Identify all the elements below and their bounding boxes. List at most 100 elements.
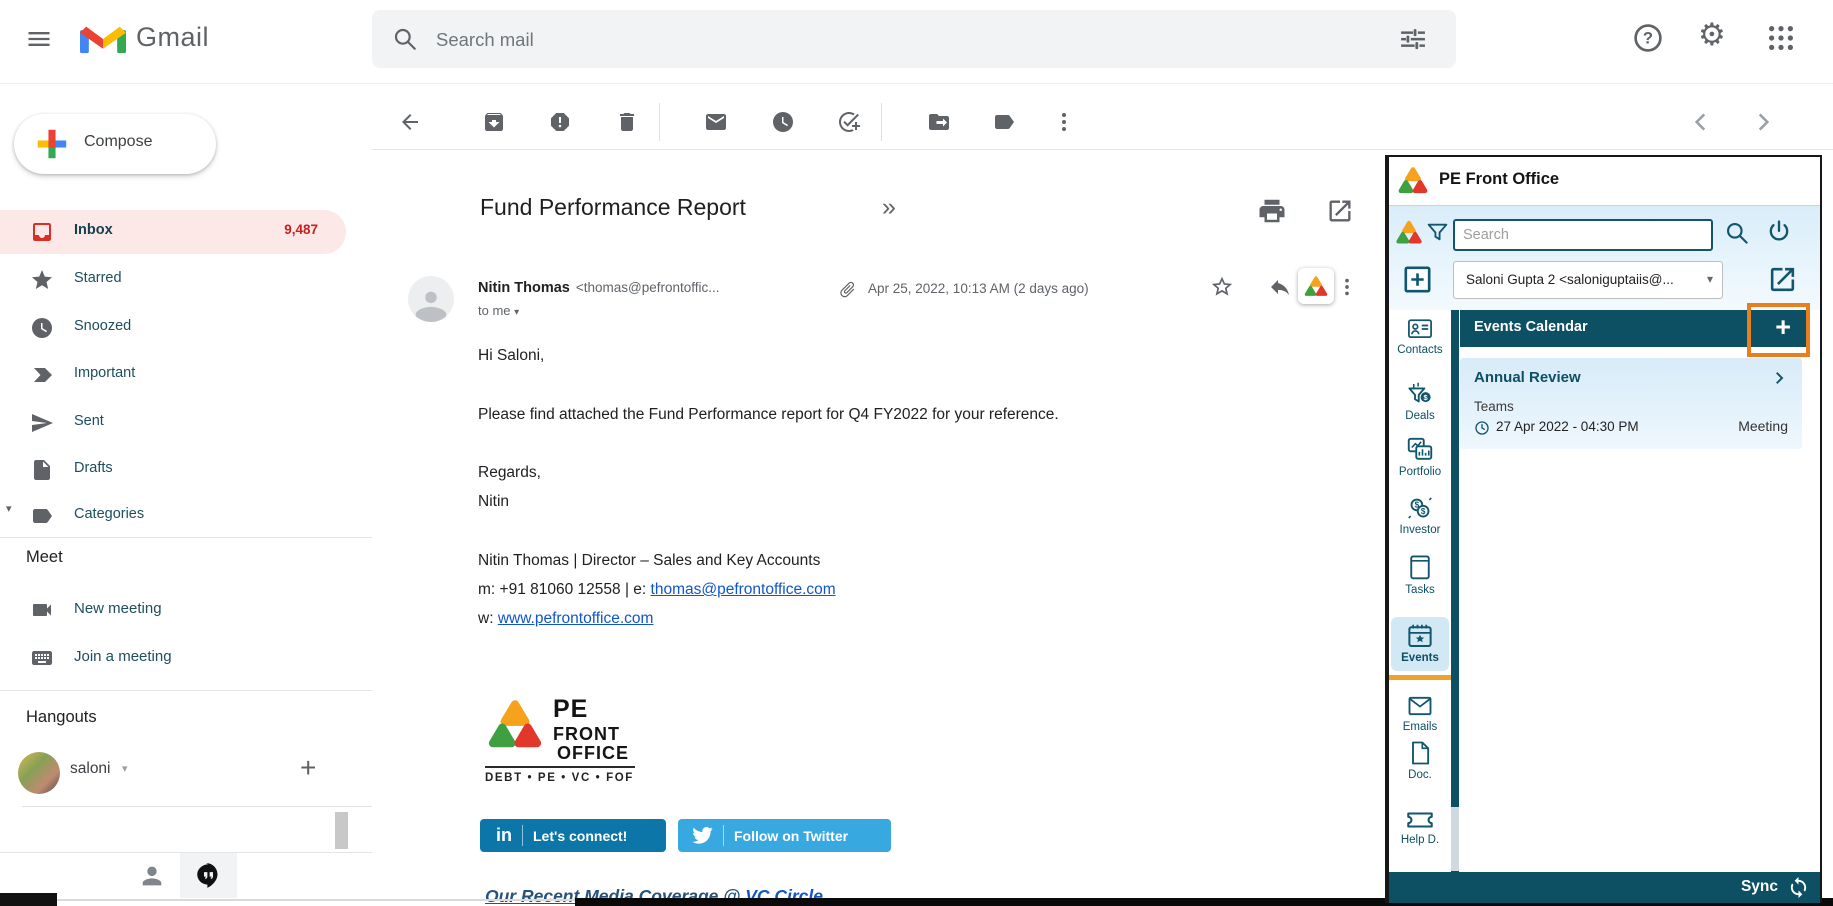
email-date: Apr 25, 2022, 10:13 AM (2 days ago): [868, 281, 1089, 296]
hangouts-tab[interactable]: [180, 853, 237, 898]
important-label-icon[interactable]: »: [882, 193, 896, 222]
to-me-caret-icon[interactable]: ▾: [514, 307, 519, 318]
linkedin-label: Let's connect!: [533, 828, 627, 844]
delete-icon[interactable]: [615, 110, 639, 134]
sender-address: <thomas@pefrontoffic...: [576, 280, 720, 295]
linkedin-button[interactable]: in Let's connect!: [480, 819, 666, 852]
rail-item-documents[interactable]: Doc.: [1389, 738, 1451, 781]
search-icon[interactable]: [392, 26, 418, 52]
pe-logo-caption: DEBT • PE • VC • FOF: [485, 766, 635, 784]
pe-open-external-icon[interactable]: [1767, 264, 1798, 295]
sidebar-item-sent[interactable]: Sent: [0, 401, 346, 445]
pe-logo-text-front: FRONT: [553, 724, 620, 745]
signature-web-link[interactable]: www.pefrontoffice.com: [498, 610, 654, 627]
pe-front-office-panel: PE Front Office: [1385, 155, 1822, 903]
sidebar-item-drafts[interactable]: Drafts: [0, 448, 346, 492]
gmail-wordmark: Gmail: [136, 22, 209, 53]
rail-item-contacts[interactable]: Contacts: [1389, 315, 1451, 356]
search-bar[interactable]: [372, 10, 1456, 68]
event-chevron-icon[interactable]: [1770, 369, 1788, 387]
to-me-row[interactable]: to me ▾: [478, 303, 519, 318]
sidebar-item-new-meeting[interactable]: New meeting: [0, 588, 346, 632]
account-selector-dropdown[interactable]: Saloni Gupta 2 <saloniguptaiis@... ▾: [1453, 261, 1723, 299]
panel-scrollbar-track[interactable]: [1451, 310, 1459, 872]
email-body-greeting: Hi Saloni,: [478, 347, 544, 365]
rail-item-portfolio[interactable]: Portfolio: [1389, 435, 1451, 478]
signature-email-link[interactable]: thomas@pefrontoffice.com: [651, 581, 836, 598]
hamburger-menu-icon[interactable]: [22, 25, 56, 53]
sync-label[interactable]: Sync: [1741, 878, 1778, 896]
screen: Gmail ? ⚙ Compose Inbox 9,487: [0, 0, 1833, 906]
expand-caret-icon[interactable]: ▾: [6, 502, 12, 515]
clock-icon: [30, 316, 54, 340]
compose-label: Compose: [84, 133, 152, 151]
add-to-tasks-icon[interactable]: [837, 110, 861, 134]
search-options-icon[interactable]: [1400, 26, 1426, 52]
topbar: Gmail ? ⚙: [0, 0, 1833, 83]
more-options-icon[interactable]: [1052, 110, 1076, 134]
star-icon: [30, 268, 54, 292]
google-apps-grid-icon[interactable]: [1766, 23, 1796, 53]
older-email-chevron-icon[interactable]: [1750, 109, 1776, 135]
print-icon[interactable]: [1257, 196, 1287, 226]
mark-unread-icon[interactable]: [704, 110, 728, 134]
pe-front-office-extension-button[interactable]: [1298, 268, 1334, 304]
gmail-logo-icon[interactable]: [80, 21, 126, 57]
rail-item-investor[interactable]: $$ Investor: [1389, 493, 1451, 536]
labels-icon[interactable]: [992, 110, 1016, 134]
pe-panel-logo-icon: [1397, 165, 1429, 195]
pe-logo-text-pe: PE: [553, 695, 588, 724]
search-input[interactable]: [434, 10, 1368, 70]
hangouts-user-caret-icon[interactable]: ▾: [122, 762, 128, 775]
pe-logo-icon: [1304, 275, 1328, 297]
contacts-tab-icon[interactable]: [138, 862, 166, 890]
message-more-icon[interactable]: [1336, 276, 1358, 298]
sync-refresh-icon[interactable]: [1787, 876, 1810, 899]
rail-item-tasks[interactable]: Tasks: [1389, 551, 1451, 596]
pe-search-input[interactable]: [1453, 219, 1713, 251]
move-to-icon[interactable]: [927, 110, 951, 134]
toolbar-separator: [659, 103, 660, 141]
help-icon[interactable]: ?: [1632, 22, 1664, 54]
hangouts-scrollbar[interactable]: [335, 812, 348, 849]
snooze-icon[interactable]: [771, 110, 795, 134]
sidebar-item-join-meeting[interactable]: Join a meeting: [0, 636, 346, 680]
star-outline-icon[interactable]: [1210, 275, 1234, 299]
email-body-regards: Regards,: [478, 464, 541, 482]
linkedin-icon: in: [496, 825, 512, 846]
meet-divider: [0, 690, 372, 691]
pe-logo-text-office: OFFICE: [557, 743, 629, 764]
sidebar-item-snoozed[interactable]: Snoozed: [0, 306, 346, 350]
pe-search-icon[interactable]: [1723, 219, 1750, 246]
sidebar-item-starred[interactable]: Starred: [0, 258, 346, 302]
add-contact-icon[interactable]: [1401, 263, 1434, 296]
svg-text:$: $: [1421, 507, 1426, 516]
rail-item-helpdesk[interactable]: Help D.: [1389, 807, 1451, 846]
new-hangout-plus-icon[interactable]: +: [300, 752, 316, 784]
panel-scrollbar-thumb[interactable]: [1451, 807, 1459, 871]
rail-item-deals[interactable]: $ Deals: [1389, 379, 1451, 422]
event-title[interactable]: Annual Review: [1474, 369, 1581, 386]
reply-icon[interactable]: [1268, 275, 1292, 299]
open-in-new-icon[interactable]: [1326, 197, 1354, 225]
compose-button[interactable]: Compose: [14, 114, 216, 174]
sender-avatar[interactable]: [408, 276, 454, 322]
sidebar-item-inbox[interactable]: Inbox 9,487: [0, 210, 346, 254]
sidebar-item-important[interactable]: Important: [0, 353, 346, 397]
event-card[interactable]: Annual Review Teams 27 Apr 2022 - 04:30 …: [1460, 358, 1802, 449]
rail-item-events[interactable]: Events: [1389, 621, 1451, 664]
back-button-icon[interactable]: [398, 110, 422, 134]
settings-gear-icon[interactable]: ⚙: [1698, 17, 1726, 53]
report-spam-icon[interactable]: [548, 110, 572, 134]
archive-icon[interactable]: [482, 110, 506, 134]
sender-name[interactable]: Nitin Thomas: [478, 280, 570, 296]
filter-funnel-icon[interactable]: [1425, 220, 1450, 245]
hangouts-user-row[interactable]: saloni ▾ +: [0, 748, 360, 800]
sidebar-item-categories[interactable]: ▾ Categories: [0, 494, 346, 534]
rail-item-emails[interactable]: Emails: [1389, 692, 1451, 733]
power-logout-icon[interactable]: [1765, 218, 1793, 246]
newer-email-chevron-icon[interactable]: [1688, 109, 1714, 135]
twitter-button[interactable]: Follow on Twitter: [678, 819, 891, 852]
pe-mini-logo-icon[interactable]: [1395, 219, 1423, 245]
avatar[interactable]: [18, 752, 60, 794]
